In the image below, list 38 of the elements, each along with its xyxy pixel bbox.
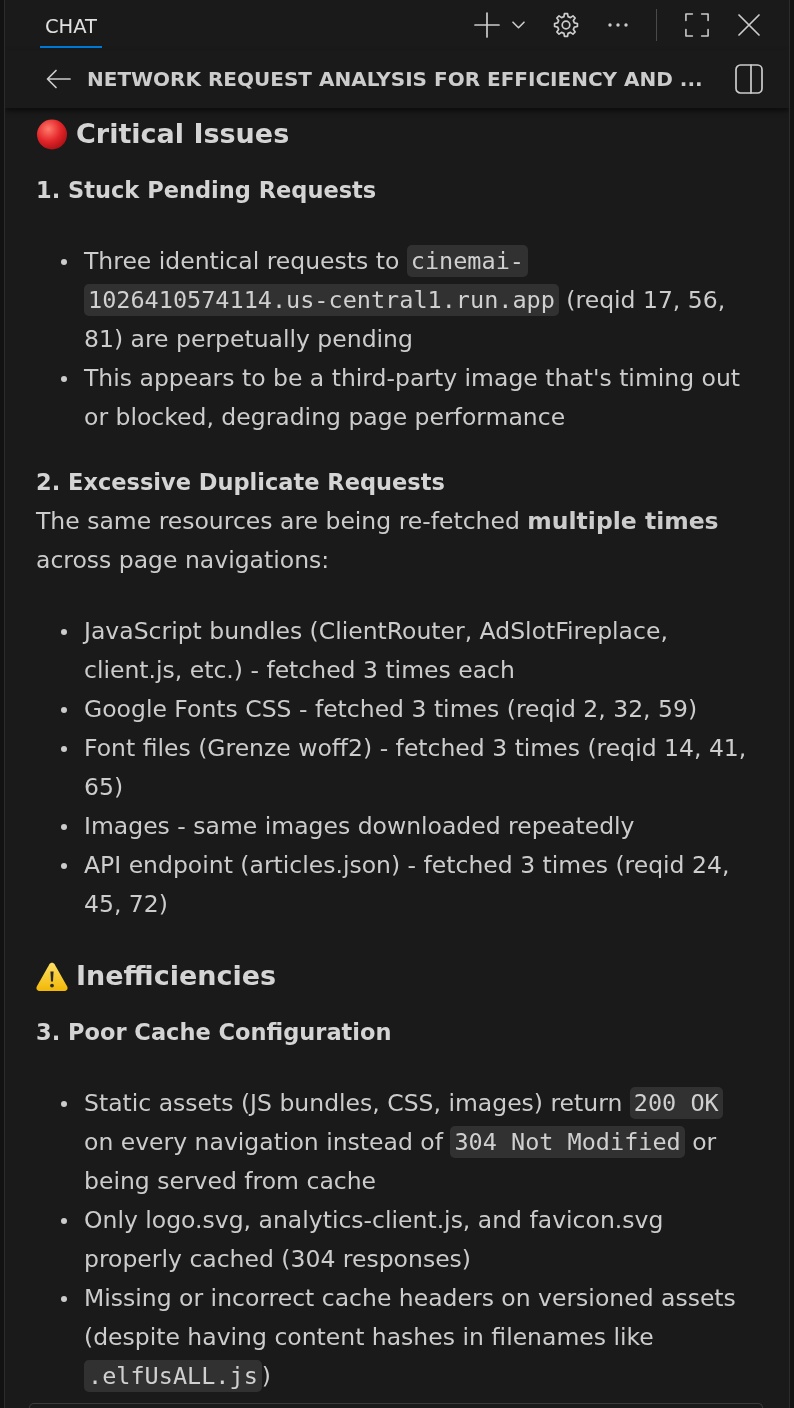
bullet-icon (61, 824, 67, 830)
back-arrow-icon[interactable] (46, 69, 71, 89)
subheading: 2. Excessive Duplicate Requests (36, 468, 446, 497)
bullet-icon (61, 1101, 67, 1107)
plus-icon[interactable] (474, 12, 500, 38)
list-item: JavaScript bundles (ClientRouter, AdSlotFireplace, client.js, etc.) - fetched 3 times each (84, 616, 669, 686)
list-item: Three identical requests to cinemai-1026410574114.us-central1.run.app (reqid 17, 56, 81) are perpetually pending (84, 244, 727, 355)
list-item: Images - same images downloaded repeatedly (84, 811, 636, 842)
bullet-icon (61, 863, 67, 869)
list-item: Only logo.svg, analytics-client.js, and favicon.svg properly cached (304 responses) (84, 1205, 665, 1275)
bullet-icon (61, 1296, 67, 1302)
subheading: 1. Stuck Pending Requests (36, 176, 378, 205)
list-item: API endpoint (articles.json) - fetched 3 times (reqid 24, 45, 72) (84, 850, 731, 920)
paragraph: The same resources are being re-fetched multiple times across page navigations: (36, 506, 720, 576)
bullet-icon (61, 259, 67, 265)
bullet-icon (61, 376, 67, 382)
settings-icon[interactable] (553, 12, 579, 38)
section-heading: Critical Issues (76, 117, 290, 151)
list-item: Font files (Grenze woff2) - fetched 3 times (reqid 14, 41, 65) (84, 733, 748, 803)
maximize-icon[interactable] (685, 13, 709, 37)
warning-icon (36, 960, 68, 992)
list-item: Static assets (JS bundles, CSS, images) return 200 OK on every navigation instead of 304 Not Modified or being served from cache (84, 1084, 759, 1201)
more-icon[interactable] (608, 23, 628, 27)
chevron-down-icon[interactable] (512, 21, 525, 29)
chat-title: NETWORK REQUEST ANALYSIS FOR EFFICIENCY AND ... (87, 67, 703, 91)
bullet-icon (61, 629, 67, 635)
circle-emoji-icon (36, 118, 68, 150)
list-item: Missing or incorrect cache headers on versioned assets (despite having content hashes in filenames like .elfUsALL.js ) (84, 1283, 737, 1394)
close-icon[interactable] (738, 14, 760, 36)
split-panel-icon[interactable] (735, 64, 763, 94)
subheading: 3. Poor Cache Configuration (36, 1018, 393, 1047)
chat-tab[interactable]: CHAT (40, 0, 103, 48)
list-item: Google Fonts CSS - fetched 3 times (reqid 2, 32, 59) (84, 694, 699, 725)
bullet-icon (61, 1218, 67, 1224)
bullet-icon (61, 707, 67, 713)
bullet-icon (61, 746, 67, 752)
section-heading: Inefficiencies (76, 959, 277, 993)
list-item: This appears to be a third-party image that's timing out or blocked, degrading page performance (84, 363, 742, 433)
